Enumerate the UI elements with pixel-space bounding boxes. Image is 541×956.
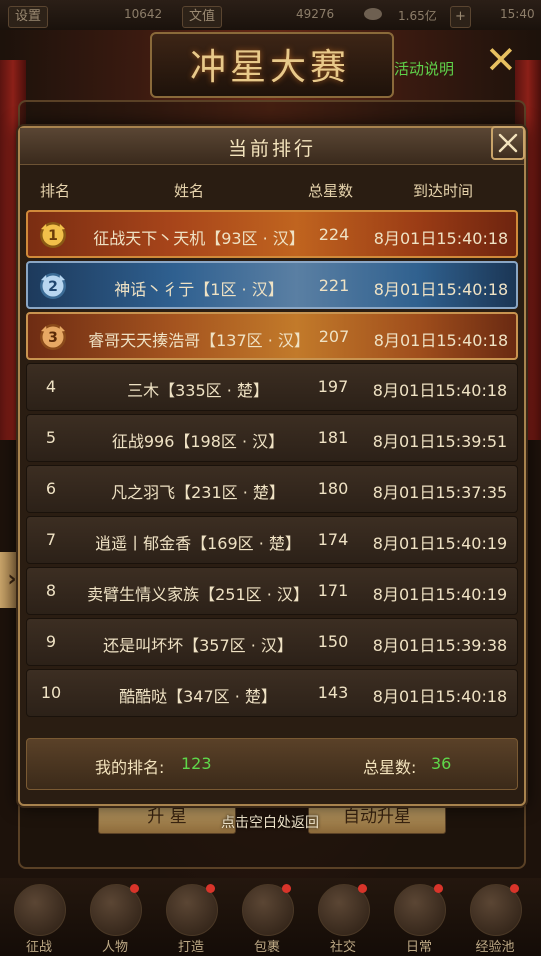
notification-dot: [358, 884, 367, 893]
column-header-stars: 总星数: [308, 182, 354, 200]
resource-value-2: 49276: [296, 7, 335, 21]
resource-value-3: 1.65亿: [398, 9, 437, 23]
row-player-name: 神话丶彳亍【1区 · 汉】: [114, 280, 284, 299]
bottom-nav: 征战 人物 打造 包裹 社交 日常 经验池: [0, 878, 541, 956]
event-title: 冲星大赛: [189, 47, 350, 88]
row-player-name: 睿哥天天揍浩哥【137区 · 汉】: [88, 331, 310, 350]
silver-medal-icon: 2: [40, 273, 66, 299]
column-header-name: 姓名: [174, 182, 205, 200]
ranking-row: 4 三木【335区 · 楚】 197 8月01日15:40:18: [26, 363, 518, 411]
campaign-icon: [14, 884, 66, 936]
row-player-name: 凡之羽飞【231区 · 楚】: [111, 483, 285, 502]
ranking-row: 3 睿哥天天揍浩哥【137区 · 汉】 207 8月01日15:40:18: [26, 312, 518, 360]
row-arrival-time: 8月01日15:40:18: [373, 229, 509, 248]
ranking-row: 1 征战天下丶天机【93区 · 汉】 224 8月01日15:40:18: [26, 210, 518, 258]
gold-medal-icon: 1: [40, 222, 66, 248]
nav-item-character[interactable]: 人物: [82, 878, 148, 956]
nav-item-forge[interactable]: 打造: [158, 878, 224, 956]
row-player-name: 征战996【198区 · 汉】: [111, 432, 285, 451]
row-arrival-time: 8月01日15:40:19: [372, 585, 508, 604]
nav-item-exp-pool[interactable]: 经验池: [462, 878, 528, 956]
row-star-count: 150: [317, 632, 349, 651]
ranking-row: 5 征战996【198区 · 汉】 181 8月01日15:39:51: [26, 414, 518, 462]
modal-header: 当前排行: [20, 128, 524, 165]
event-rules-link[interactable]: 活动说明: [394, 58, 454, 79]
notification-dot: [434, 884, 443, 893]
ranking-row: 9 还是叫坏坏【357区 · 汉】 150 8月01日15:39:38: [26, 618, 518, 666]
resource-value-1: 10642: [124, 7, 163, 21]
nav-item-label: 人物: [101, 940, 128, 955]
close-icon: [498, 133, 518, 153]
nav-item-campaign[interactable]: 征战: [6, 878, 72, 956]
row-arrival-time: 8月01日15:37:35: [372, 483, 508, 502]
notification-dot: [510, 884, 519, 893]
nav-item-label: 征战: [25, 940, 52, 955]
nav-item-bag[interactable]: 包裹: [234, 878, 300, 956]
nav-item-social[interactable]: 社交: [310, 878, 376, 956]
medal-rank-number: 1: [48, 228, 58, 244]
row-player-name: 逍遥丨郁金香【169区 · 楚】: [95, 534, 301, 553]
row-arrival-time: 8月01日15:39:51: [372, 432, 508, 451]
row-star-count: 180: [317, 479, 349, 498]
top-resource-bar: 设置 10642 文值 49276 1.65亿 + 15:40: [0, 0, 541, 31]
row-arrival-time: 8月01日15:40:19: [372, 534, 508, 553]
notification-dot: [206, 884, 215, 893]
row-star-count: 143: [317, 683, 349, 702]
notification-dot: [130, 884, 139, 893]
my-ranking-bar: 我的排名: 123 总星数: 36: [26, 738, 518, 790]
modal-title: 当前排行: [227, 138, 316, 160]
column-header-time: 到达时间: [413, 182, 474, 200]
close-button[interactable]: [491, 126, 525, 160]
nav-item-label: 社交: [329, 940, 356, 955]
row-star-count: 197: [317, 377, 349, 396]
nav-item-label: 经验池: [475, 940, 515, 955]
ranking-row: 6 凡之羽飞【231区 · 楚】 180 8月01日15:37:35: [26, 465, 518, 513]
row-arrival-time: 8月01日15:40:18: [373, 331, 509, 350]
row-player-name: 征战天下丶天机【93区 · 汉】: [93, 229, 305, 248]
nav-item-label: 日常: [405, 940, 432, 955]
row-star-count: 207: [318, 327, 350, 346]
column-headers: 排名 姓名 总星数 到达时间: [20, 168, 524, 210]
nav-item-label: 打造: [177, 940, 204, 955]
medal-rank-number: 2: [48, 279, 58, 295]
vip-button[interactable]: 文值: [182, 6, 223, 28]
ingot-icon: [364, 8, 382, 20]
row-star-count: 174: [317, 530, 349, 549]
add-resource-button[interactable]: +: [450, 6, 471, 28]
my-stars-label: 总星数:: [363, 758, 417, 777]
ranking-row: 8 卖臂生情义家族【251区 · 汉】 171 8月01日15:40:19: [26, 567, 518, 615]
my-stars-value: 36: [431, 754, 452, 773]
my-rank-value: 123: [181, 754, 212, 773]
row-star-count: 221: [318, 276, 350, 295]
nav-item-label: 包裹: [253, 940, 280, 955]
clock-text: 15:40: [500, 7, 535, 21]
medal-rank-number: 3: [48, 330, 58, 346]
crossed-swords-icon: ✕: [485, 38, 517, 82]
row-arrival-time: 8月01日15:40:18: [373, 280, 509, 299]
notification-dot: [282, 884, 291, 893]
tap-blank-to-return-hint: 点击空白处返回: [221, 815, 319, 831]
nav-item-daily[interactable]: 日常: [386, 878, 452, 956]
row-arrival-time: 8月01日15:40:18: [372, 687, 508, 706]
row-player-name: 还是叫坏坏【357区 · 汉】: [103, 636, 293, 655]
row-star-count: 224: [318, 225, 350, 244]
row-arrival-time: 8月01日15:40:18: [372, 381, 508, 400]
my-rank-label: 我的排名:: [95, 758, 165, 777]
row-player-name: 卖臂生情义家族【251区 · 汉】: [87, 585, 309, 604]
column-header-rank: 排名: [40, 182, 71, 200]
ranking-row: 2 神话丶彳亍【1区 · 汉】 221 8月01日15:40:18: [26, 261, 518, 309]
ranking-row: 7 逍遥丨郁金香【169区 · 楚】 174 8月01日15:40:19: [26, 516, 518, 564]
ranking-row: 10 酷酷哒【347区 · 楚】 143 8月01日15:40:18: [26, 669, 518, 717]
settings-button[interactable]: 设置: [8, 6, 49, 28]
ranking-modal: 当前排行 排名 姓名 总星数 到达时间 1 征战天下丶天机【93区 · 汉】 224…: [18, 126, 526, 806]
ranking-list[interactable]: 1 征战天下丶天机【93区 · 汉】 224 8月01日15:40:18 2 神话丶彳亍【…: [26, 210, 518, 740]
row-arrival-time: 8月01日15:39:38: [372, 636, 508, 655]
row-player-name: 三木【335区 · 楚】: [127, 381, 269, 400]
row-star-count: 171: [317, 581, 349, 600]
row-player-name: 酷酷哒【347区 · 楚】: [119, 687, 277, 706]
bronze-medal-icon: 3: [40, 324, 66, 350]
row-star-count: 181: [317, 428, 349, 447]
